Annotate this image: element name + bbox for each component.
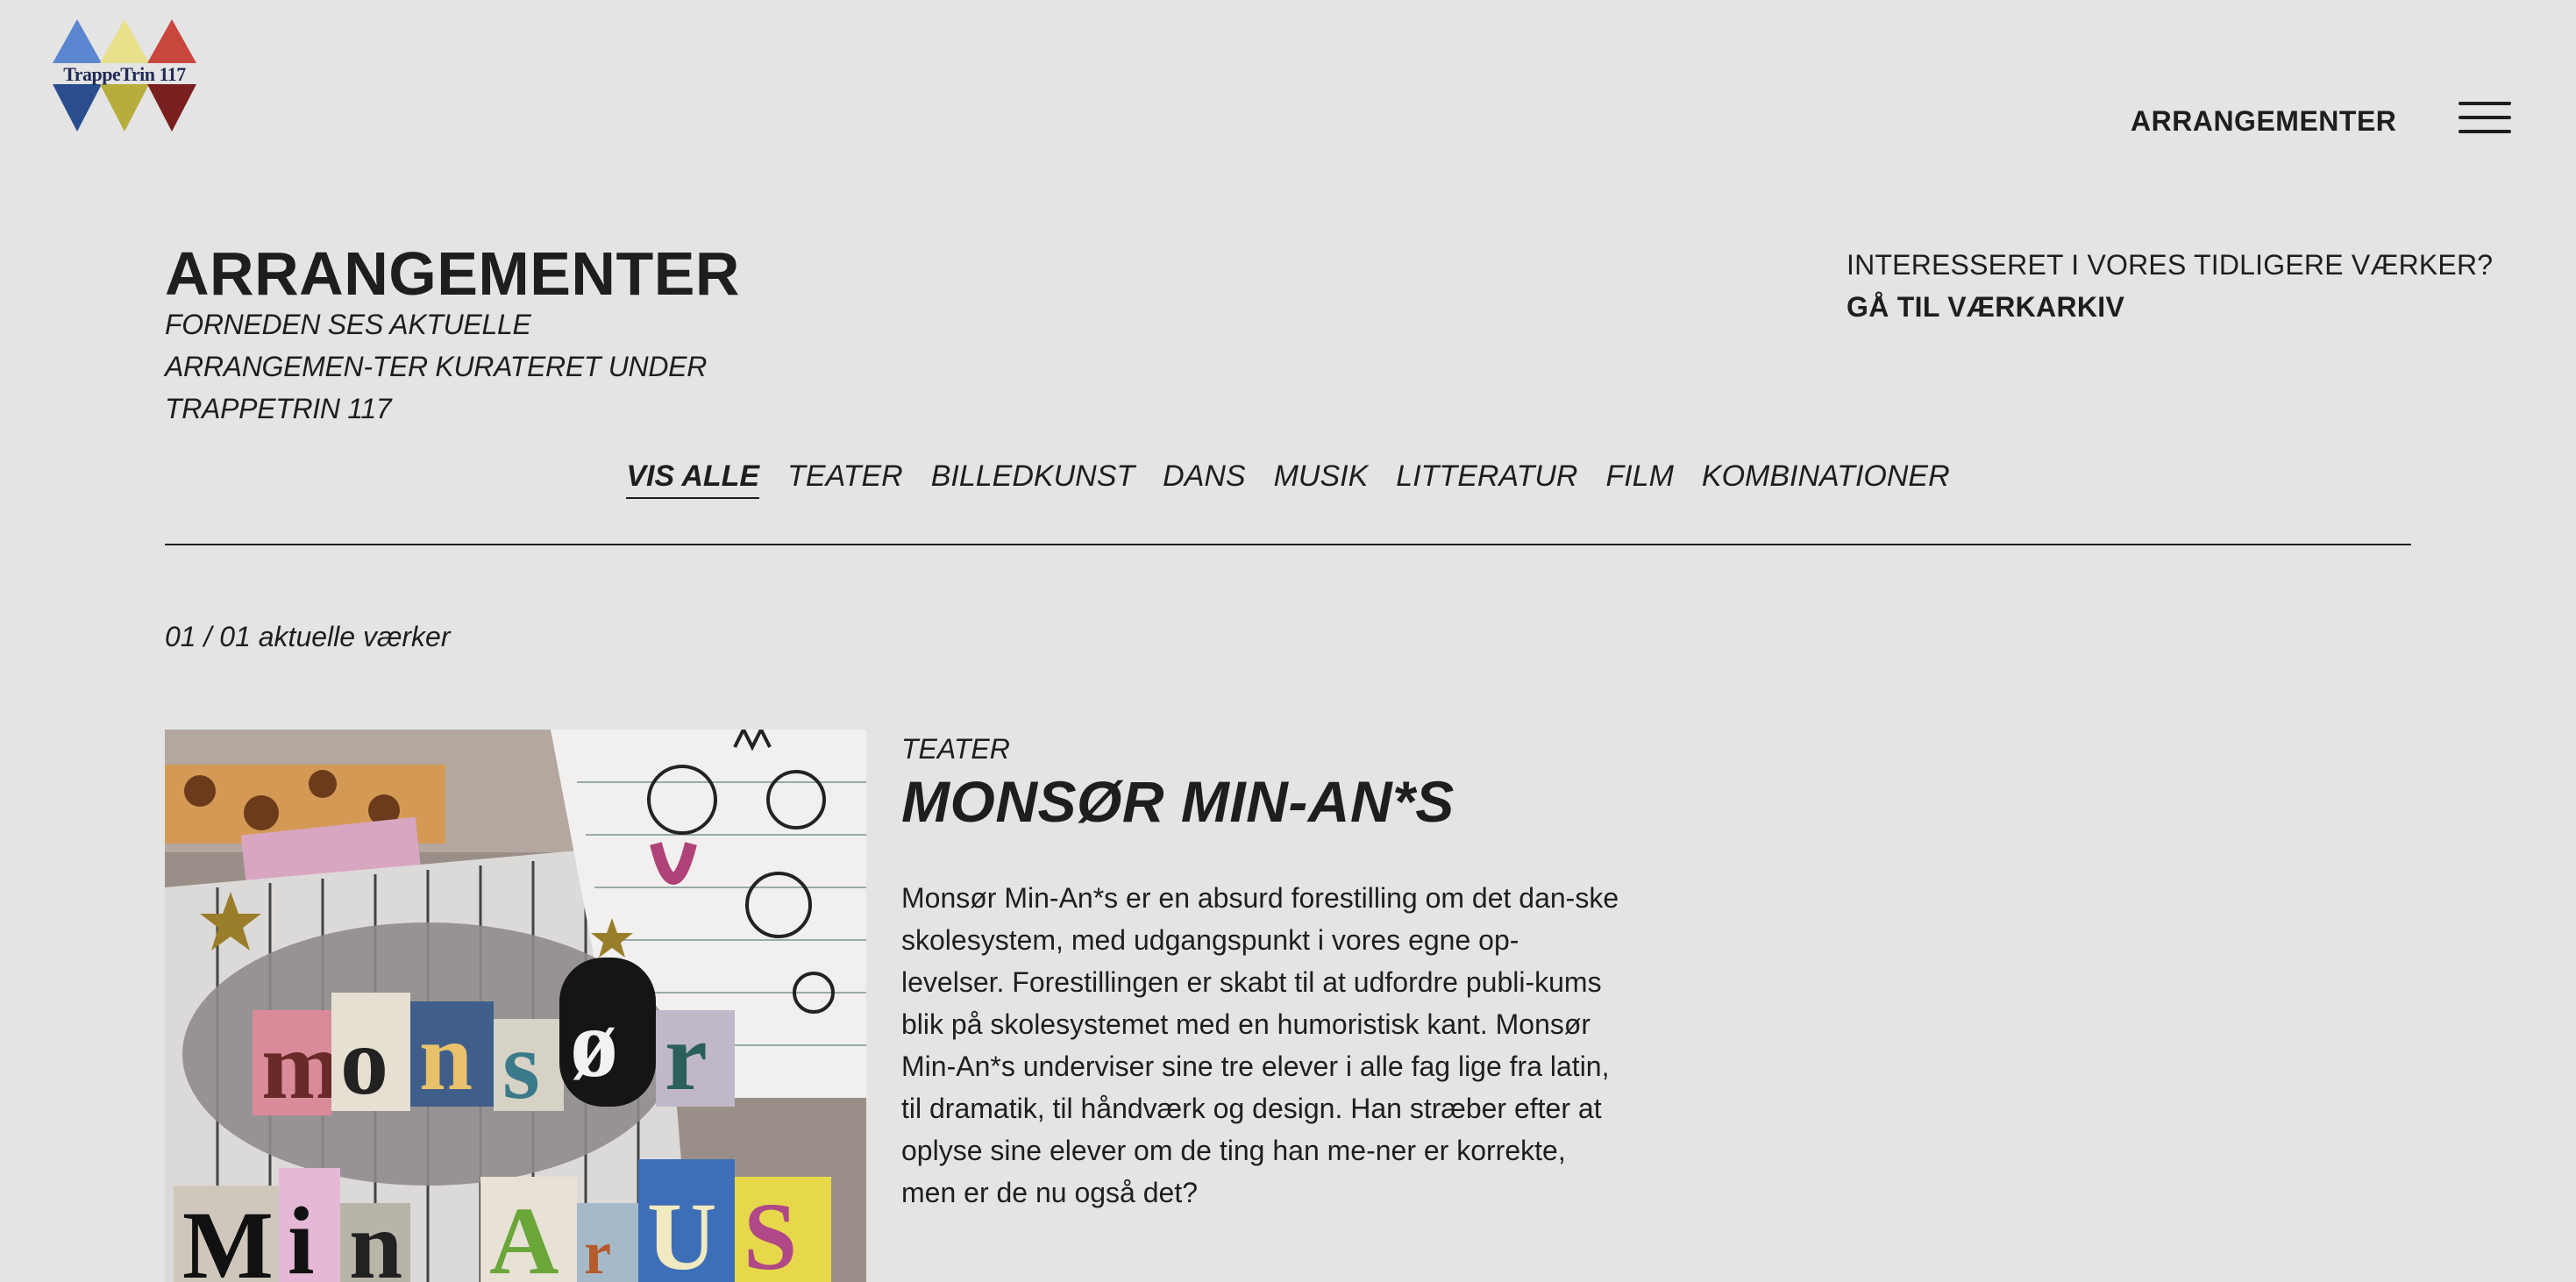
works-count: 01 / 01 aktuelle værker	[165, 621, 451, 652]
poster-letter: m	[261, 1012, 342, 1119]
poster-letter: n	[349, 1192, 402, 1282]
poster-letter: r	[665, 1003, 708, 1110]
archive-question: INTERESSERET I VORES TIDLIGERE VÆRKER?	[1847, 249, 2494, 281]
divider	[165, 544, 2411, 545]
event-title[interactable]: MONSØR MIN-AN*S	[901, 768, 1455, 835]
poster-letter: U	[647, 1183, 716, 1282]
filter-dans[interactable]: DANS	[1163, 459, 1245, 499]
poster-letter: ø	[570, 990, 618, 1097]
poster-letter: s	[502, 1012, 540, 1119]
poster-letter: A	[489, 1187, 559, 1282]
archive-link[interactable]: GÅ TIL VÆRKARKIV	[1847, 291, 2124, 324]
filter-litteratur[interactable]: LITTERATUR	[1396, 459, 1577, 499]
poster-letter: o	[340, 1008, 388, 1115]
logo[interactable]: TrappeTrin 117	[51, 19, 198, 135]
hamburger-icon[interactable]	[2459, 100, 2511, 135]
poster-letter: n	[419, 1003, 473, 1110]
poster-letter: r	[584, 1220, 611, 1282]
filter-musik[interactable]: MUSIK	[1274, 459, 1369, 499]
poster-letter: S	[744, 1183, 797, 1282]
poster-letter: M	[182, 1192, 274, 1282]
event-description: Monsør Min-An*s er en absurd forestillin…	[901, 882, 1619, 1208]
event-category: TEATER	[901, 733, 1010, 765]
filter-billedkunst[interactable]: BILLEDKUNST	[931, 459, 1135, 499]
page-title: ARRANGEMENTER	[165, 239, 740, 308]
event-poster-image[interactable]: m o n s ø r M i n A r U S	[165, 730, 866, 1282]
poster-letter: i	[288, 1187, 315, 1282]
filter-vis-alle[interactable]: VIS ALLE	[626, 459, 760, 499]
filter-film[interactable]: FILM	[1605, 459, 1673, 499]
filter-kombinationer[interactable]: KOMBINATIONER	[1702, 459, 1950, 499]
page-subtitle: FORNEDEN SES AKTUELLE ARRANGEMEN-TER KUR…	[165, 309, 708, 424]
logo-text: TrappeTrin 117	[63, 63, 186, 85]
filter-teater[interactable]: TEATER	[787, 459, 903, 499]
category-filters: VIS ALLE TEATER BILLEDKUNST DANS MUSIK L…	[0, 459, 2576, 499]
nav-arrangementer-link[interactable]: ARRANGEMENTER	[2131, 105, 2396, 138]
